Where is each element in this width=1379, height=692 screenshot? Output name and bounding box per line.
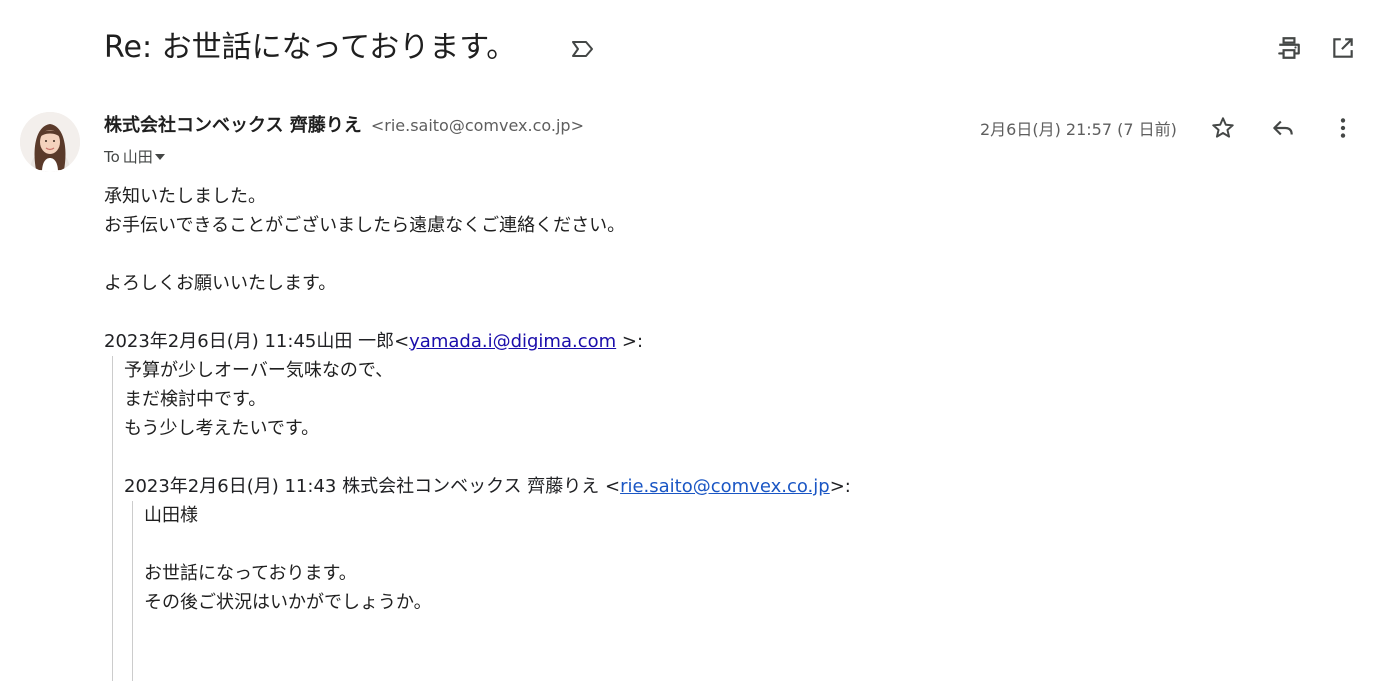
sender-name[interactable]: 株式会社コンベックス 齊藤りえ — [104, 115, 362, 136]
sender-avatar[interactable] — [20, 112, 80, 172]
print-icon — [1278, 37, 1300, 59]
more-options-button[interactable] — [1327, 112, 1359, 144]
quote-line: 山田様 — [144, 505, 198, 526]
reply-icon — [1273, 120, 1293, 136]
quote-line: もう少し考えたいです。 — [124, 418, 320, 439]
quote-line: 予算が少しオーバー気味なので、 — [124, 360, 394, 381]
reply-button[interactable] — [1267, 112, 1299, 144]
email-subject: Re: お世話になっております。 — [104, 30, 517, 65]
caret-down-icon — [154, 153, 165, 160]
recipient-details-toggle[interactable]: To 山田 — [104, 146, 165, 167]
sender-email: <rie.saito@comvex.co.jp> — [370, 116, 584, 135]
sender-line: 株式会社コンベックス 齊藤りえ <rie.saito@comvex.co.jp> — [104, 114, 584, 138]
quote-attribution: 2023年2月6日(月) 11:45山田 一郎<yamada.i@digima.… — [104, 331, 644, 352]
label-important-icon[interactable] — [570, 38, 596, 60]
quote-email-link[interactable]: yamada.i@digima.com — [409, 331, 616, 352]
quote-line: その後ご状況はいかがでしょうか。 — [144, 592, 432, 613]
open-new-window-button[interactable] — [1327, 32, 1359, 64]
message-body: 承知いたしました。 お手伝いできることがございましたら遠慮なくご連絡ください。 … — [104, 182, 851, 681]
email-view: Re: お世話になっております。 株式会社コンベックス 齊藤りえ <rie.sa… — [0, 0, 1379, 692]
print-button[interactable] — [1273, 32, 1305, 64]
open-in-new-window-icon — [1333, 38, 1353, 58]
to-recipient: 山田 — [122, 148, 153, 166]
star-button[interactable] — [1207, 112, 1239, 144]
nested-quote-attribution: 2023年2月6日(月) 11:43 株式会社コンベックス 齊藤りえ <rie.… — [124, 476, 851, 497]
body-line: 承知いたしました。 — [104, 186, 266, 207]
message-date: 2月6日(月) 21:57 (7 日前) — [980, 120, 1177, 139]
nested-quote-email-link[interactable]: rie.saito@comvex.co.jp — [620, 476, 830, 497]
star-icon — [1212, 117, 1234, 138]
quoted-message: 予算が少しオーバー気味なので、 まだ検討中です。 もう少し考えたいです。 202… — [112, 356, 851, 681]
body-line: お手伝いできることがございましたら遠慮なくご連絡ください。 — [104, 215, 626, 236]
body-line: よろしくお願いいたします。 — [104, 273, 337, 294]
quote-line: お世話になっております。 — [144, 563, 357, 584]
more-vert-icon — [1340, 118, 1346, 138]
to-label: To — [104, 147, 120, 166]
nested-quoted-message: 山田様 お世話になっております。 その後ご状況はいかがでしょうか。 — [132, 501, 851, 681]
quote-line: まだ検討中です。 — [124, 389, 267, 410]
